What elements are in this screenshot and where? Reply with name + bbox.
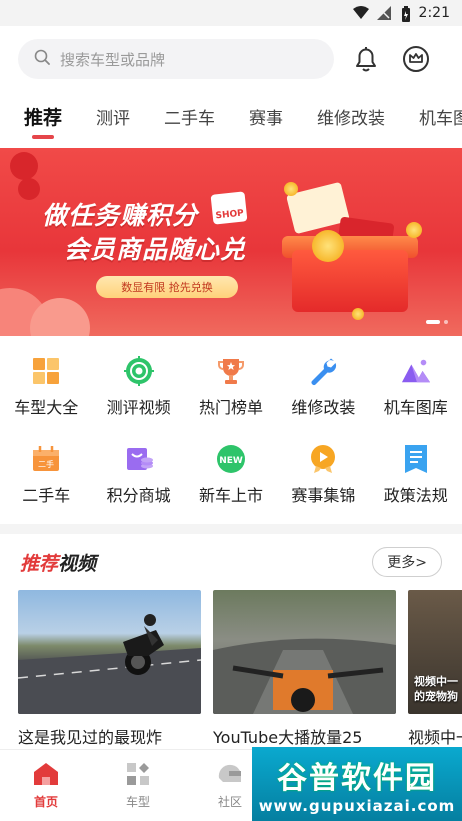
grid-item-label: 维修改装 <box>291 398 356 417</box>
grid-item-hot-ranking[interactable]: 热门榜单 <box>185 356 277 418</box>
grid-item-policy[interactable]: 政策法规 <box>370 444 462 506</box>
more-button[interactable]: 更多> <box>372 547 442 577</box>
video-card[interactable]: 视频中一 的宠物狗 视频中一的宠物狗来 <box>408 590 462 748</box>
points-mall-icon <box>124 444 154 474</box>
lantern-decoration <box>10 152 38 180</box>
grid-item-label: 赛事集锦 <box>291 486 356 505</box>
tab-gallery[interactable]: 机车图 <box>419 104 462 129</box>
grid-item-label: 测评视频 <box>106 398 171 417</box>
nav-home[interactable]: 首页 <box>0 750 92 821</box>
video-list: 这是我见过的最现炸 YouTube大播放量25 视频中一 的宠物狗 视频中一的宠… <box>0 590 462 748</box>
svg-text:二手: 二手 <box>38 459 54 469</box>
helmet-icon <box>217 762 243 789</box>
status-bar: 2:21 <box>0 0 462 26</box>
section-title: 推荐视频 <box>20 549 96 576</box>
site-watermark: 谷普软件园 www.gupuxiazai.com <box>252 747 462 821</box>
race-highlights-icon <box>308 444 338 474</box>
grid-item-repair[interactable]: 维修改装 <box>277 356 369 418</box>
grid-item-label: 机车图库 <box>383 398 448 417</box>
policy-doc-icon <box>401 444 431 474</box>
grid-item-race-highlights[interactable]: 赛事集锦 <box>277 444 369 506</box>
search-row: 搜索车型或品牌 <box>0 26 462 92</box>
trophy-icon <box>216 356 246 386</box>
banner-pill: 数显有限 抢先兑换 <box>96 276 238 298</box>
tab-repair[interactable]: 维修改装 <box>317 104 385 129</box>
used-car-icon: 二手 <box>31 444 61 474</box>
grid-item-review-video[interactable]: 测评视频 <box>92 356 184 418</box>
car-models-icon <box>31 356 61 386</box>
video-thumbnail[interactable]: 视频中一 的宠物狗 <box>408 590 462 714</box>
video-card[interactable]: YouTube大播放量25 <box>213 590 396 748</box>
tab-race[interactable]: 赛事 <box>249 104 283 129</box>
video-card[interactable]: 这是我见过的最现炸 <box>18 590 201 748</box>
grid-item-car-models[interactable]: 车型大全 <box>0 356 92 418</box>
notification-bell-icon[interactable] <box>348 41 384 77</box>
home-icon <box>33 762 59 789</box>
overlay-line: 视频中一 <box>414 675 458 688</box>
search-placeholder: 搜索车型或品牌 <box>60 50 166 69</box>
coin-graphic <box>284 182 298 196</box>
grid-item-label: 车型大全 <box>14 398 79 417</box>
coin-graphic <box>352 308 364 320</box>
tab-review[interactable]: 测评 <box>96 104 130 129</box>
search-input[interactable]: 搜索车型或品牌 <box>18 39 334 79</box>
nav-label: 首页 <box>33 794 58 809</box>
feature-grid: 车型大全 测评视频 热门榜单 维修改装 机车图库 二手 二手车 积分商城 NEW… <box>0 336 462 516</box>
recommend-video-header: 推荐视频 更多> <box>0 534 462 590</box>
signal-icon <box>376 6 393 20</box>
grid-item-new-car[interactable]: NEW 新车上市 <box>185 444 277 506</box>
wrench-icon <box>308 356 338 386</box>
banner-title-line1: 做任务赚积分 <box>42 201 199 230</box>
grid-item-used-car[interactable]: 二手 二手车 <box>0 444 92 506</box>
status-time: 2:21 <box>418 5 450 21</box>
banner-title-line2: 会员商品随心兑 <box>64 235 247 264</box>
vip-crown-icon[interactable] <box>398 41 434 77</box>
banner-pagination <box>426 320 448 324</box>
section-title-prefix: 推荐 <box>20 552 59 575</box>
wifi-icon <box>352 6 369 20</box>
tab-used-car[interactable]: 二手车 <box>164 104 215 129</box>
watermark-name: 谷普软件园 <box>277 761 437 796</box>
search-icon <box>34 49 50 69</box>
grid-item-label: 新车上市 <box>198 486 263 505</box>
new-badge-icon: NEW <box>216 444 246 474</box>
battery-icon <box>401 6 411 22</box>
grid-item-label: 积分商城 <box>106 486 171 505</box>
promo-banner[interactable]: 做任务赚积分 会员商品随心兑 SHOP 数显有限 抢先兑换 <box>0 148 462 336</box>
nav-label: 车型 <box>125 794 150 809</box>
car-grid-icon <box>126 762 150 789</box>
video-thumbnail[interactable] <box>18 590 201 714</box>
video-title: 这是我见过的最现炸 <box>18 728 163 747</box>
tab-recommend[interactable]: 推荐 <box>24 103 62 139</box>
video-title: YouTube大播放量25 <box>213 728 363 747</box>
svg-text:NEW: NEW <box>219 456 243 466</box>
video-thumbnail[interactable] <box>213 590 396 714</box>
lantern-decoration <box>18 178 40 200</box>
gift-box-graphic <box>292 250 408 312</box>
video-title: 视频中一的宠物狗来 <box>408 728 462 747</box>
nav-label: 社区 <box>217 794 242 809</box>
gallery-icon <box>401 356 431 386</box>
grid-item-label: 热门榜单 <box>198 398 263 417</box>
overlay-line: 的宠物狗 <box>414 690 458 703</box>
review-video-icon <box>123 356 154 386</box>
grid-item-points-mall[interactable]: 积分商城 <box>92 444 184 506</box>
section-title-suffix: 视频 <box>58 552 97 575</box>
nav-car-models[interactable]: 车型 <box>92 750 184 821</box>
watermark-url: www.gupuxiazai.com <box>258 797 456 815</box>
video-overlay-text: 视频中一 的宠物狗 <box>414 674 458 704</box>
grid-item-label: 二手车 <box>22 486 71 505</box>
coin-graphic <box>406 222 422 238</box>
grid-item-gallery[interactable]: 机车图库 <box>370 356 462 418</box>
coin-graphic <box>312 230 344 262</box>
section-divider <box>0 524 462 534</box>
grid-item-label: 政策法规 <box>383 486 448 505</box>
category-tabs: 推荐 测评 二手车 赛事 维修改装 机车图 <box>0 92 462 140</box>
shop-bag-icon: SHOP <box>210 191 248 225</box>
